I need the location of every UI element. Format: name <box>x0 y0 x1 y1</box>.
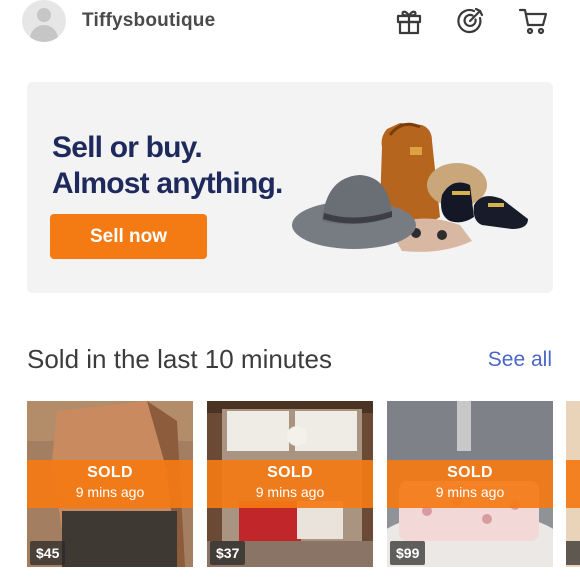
price-tag: $99 <box>390 541 426 565</box>
see-all-link[interactable]: See all <box>488 348 552 372</box>
sold-time: 9 mins ago <box>255 484 325 500</box>
banner-title-line2: Almost anything. <box>52 167 283 200</box>
sold-time: 9 mins ago <box>75 484 145 500</box>
price-tag: $37 <box>210 541 246 565</box>
target-icon[interactable] <box>456 6 486 36</box>
sold-item-card[interactable]: SOLD 9 mins ago $99 <box>387 401 553 567</box>
sell-now-button[interactable]: Sell now <box>50 214 207 259</box>
sold-label: SOLD <box>87 464 133 481</box>
banner-title-line1: Sell or buy. <box>52 131 203 164</box>
cart-icon[interactable] <box>518 6 548 36</box>
sold-item-card[interactable]: SOLD 9 mins ago $45 <box>27 401 193 567</box>
section-title: Sold in the last 10 minutes <box>27 344 332 374</box>
sold-overlay: SOLD 9 mins ago <box>207 460 373 508</box>
sold-overlay: SOLD 9 mins ago <box>387 460 553 508</box>
sold-label: SOLD <box>447 464 493 481</box>
username[interactable]: Tiffysboutique <box>82 10 215 32</box>
sold-item-card-partial[interactable] <box>566 401 580 567</box>
promo-banner: Sell or buy. Almost anything. Sell now <box>27 82 553 293</box>
sold-item-card[interactable]: SOLD 9 mins ago $37 <box>207 401 373 567</box>
gift-icon[interactable] <box>394 6 424 36</box>
price-tag: $45 <box>30 541 66 565</box>
banner-title: Sell or buy. Almost anything. <box>52 130 283 202</box>
sold-label: SOLD <box>267 464 313 481</box>
sold-time: 9 mins ago <box>435 484 505 500</box>
sold-overlay: SOLD 9 mins ago <box>27 460 193 508</box>
header: Tiffysboutique <box>0 0 580 46</box>
banner-products-image <box>292 122 528 252</box>
avatar[interactable] <box>22 0 66 42</box>
